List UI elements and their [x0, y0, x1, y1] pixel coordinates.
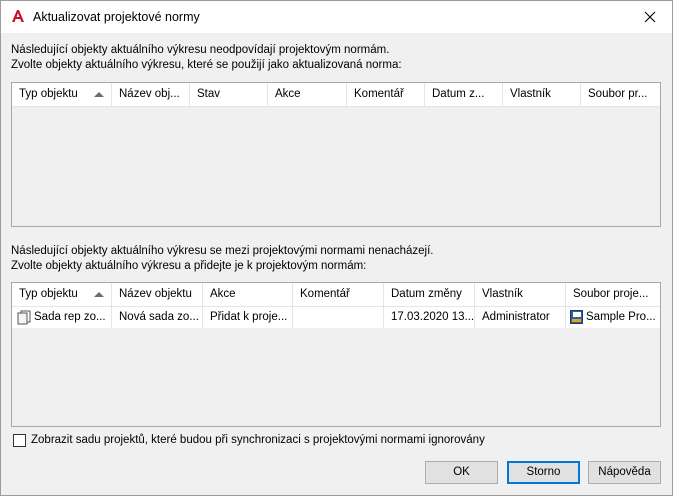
- sort-ascending-icon: [94, 292, 104, 297]
- column-header-action[interactable]: Akce: [268, 83, 347, 106]
- cell-text: Sada rep zo...: [34, 311, 106, 323]
- column-header-object-name[interactable]: Název objektu: [112, 283, 203, 306]
- column-header-project-file[interactable]: Soubor proje...: [566, 283, 660, 306]
- top-instruction-line2: Zvolte objekty aktuálního výkresu, které…: [11, 59, 402, 71]
- show-ignored-label: Zobrazit sadu projektů, které budou při …: [31, 434, 485, 446]
- column-header-owner[interactable]: Vlastník: [475, 283, 566, 306]
- column-header-date[interactable]: Datum z...: [425, 83, 503, 106]
- column-header-object-type[interactable]: Typ objektu: [12, 283, 112, 306]
- bottom-instruction-line1: Následující objekty aktuálního výkresu s…: [11, 245, 434, 257]
- missing-objects-grid[interactable]: Typ objektu Název objektu Akce Komentář …: [11, 282, 661, 427]
- bottom-instruction-line2: Zvolte objekty aktuálního výkresu a přid…: [11, 260, 367, 272]
- column-header-comment[interactable]: Komentář: [293, 283, 384, 306]
- column-header-project-file[interactable]: Soubor pr...: [581, 83, 660, 106]
- cell-object-type: Sada rep zo...: [12, 307, 112, 328]
- close-button[interactable]: [628, 1, 672, 33]
- sort-ascending-icon: [94, 92, 104, 97]
- layer-state-icon: [17, 310, 31, 328]
- nonconforming-objects-grid[interactable]: Typ objektu Název obj... Stav Akce Komen…: [11, 82, 661, 227]
- autocad-a-icon: [11, 9, 25, 23]
- window-title: Aktualizovat projektové normy: [33, 10, 200, 24]
- column-label: Typ objektu: [19, 288, 78, 300]
- top-instruction: Následující objekty aktuálního výkresu n…: [11, 43, 402, 73]
- dialog-window: Aktualizovat projektové normy Následujíc…: [0, 0, 673, 496]
- grid-header: Typ objektu Název objektu Akce Komentář …: [12, 283, 660, 307]
- top-instruction-line1: Následující objekty aktuálního výkresu n…: [11, 44, 390, 56]
- column-header-date[interactable]: Datum změny: [384, 283, 475, 306]
- column-label: Typ objektu: [19, 88, 78, 100]
- help-button[interactable]: Nápověda: [588, 461, 661, 484]
- column-header-object-name[interactable]: Název obj...: [112, 83, 190, 106]
- bottom-instruction: Následující objekty aktuálního výkresu s…: [11, 244, 434, 274]
- cell-project-file: Sample Pro...: [566, 307, 660, 328]
- column-header-owner[interactable]: Vlastník: [503, 83, 581, 106]
- project-file-icon: [570, 310, 583, 328]
- show-ignored-checkbox[interactable]: [13, 434, 26, 447]
- cancel-button[interactable]: Storno: [507, 461, 580, 484]
- title-bar: Aktualizovat projektové normy: [1, 1, 672, 33]
- cell-owner: Administrator: [475, 307, 566, 328]
- column-header-comment[interactable]: Komentář: [347, 83, 425, 106]
- column-header-status[interactable]: Stav: [190, 83, 268, 106]
- cell-action[interactable]: Přidat k proje...: [203, 307, 293, 328]
- cell-text: Sample Pro...: [586, 311, 656, 323]
- ok-button[interactable]: OK: [425, 461, 498, 484]
- cell-comment[interactable]: [293, 307, 384, 328]
- cell-object-name: Nová sada zo...: [112, 307, 203, 328]
- column-header-object-type[interactable]: Typ objektu: [12, 83, 112, 106]
- column-header-action[interactable]: Akce: [203, 283, 293, 306]
- close-icon: [644, 11, 656, 23]
- grid-header: Typ objektu Název obj... Stav Akce Komen…: [12, 83, 660, 107]
- table-row[interactable]: Sada rep zo... Nová sada zo... Přidat k …: [12, 307, 660, 328]
- cell-date: 17.03.2020 13....: [384, 307, 475, 328]
